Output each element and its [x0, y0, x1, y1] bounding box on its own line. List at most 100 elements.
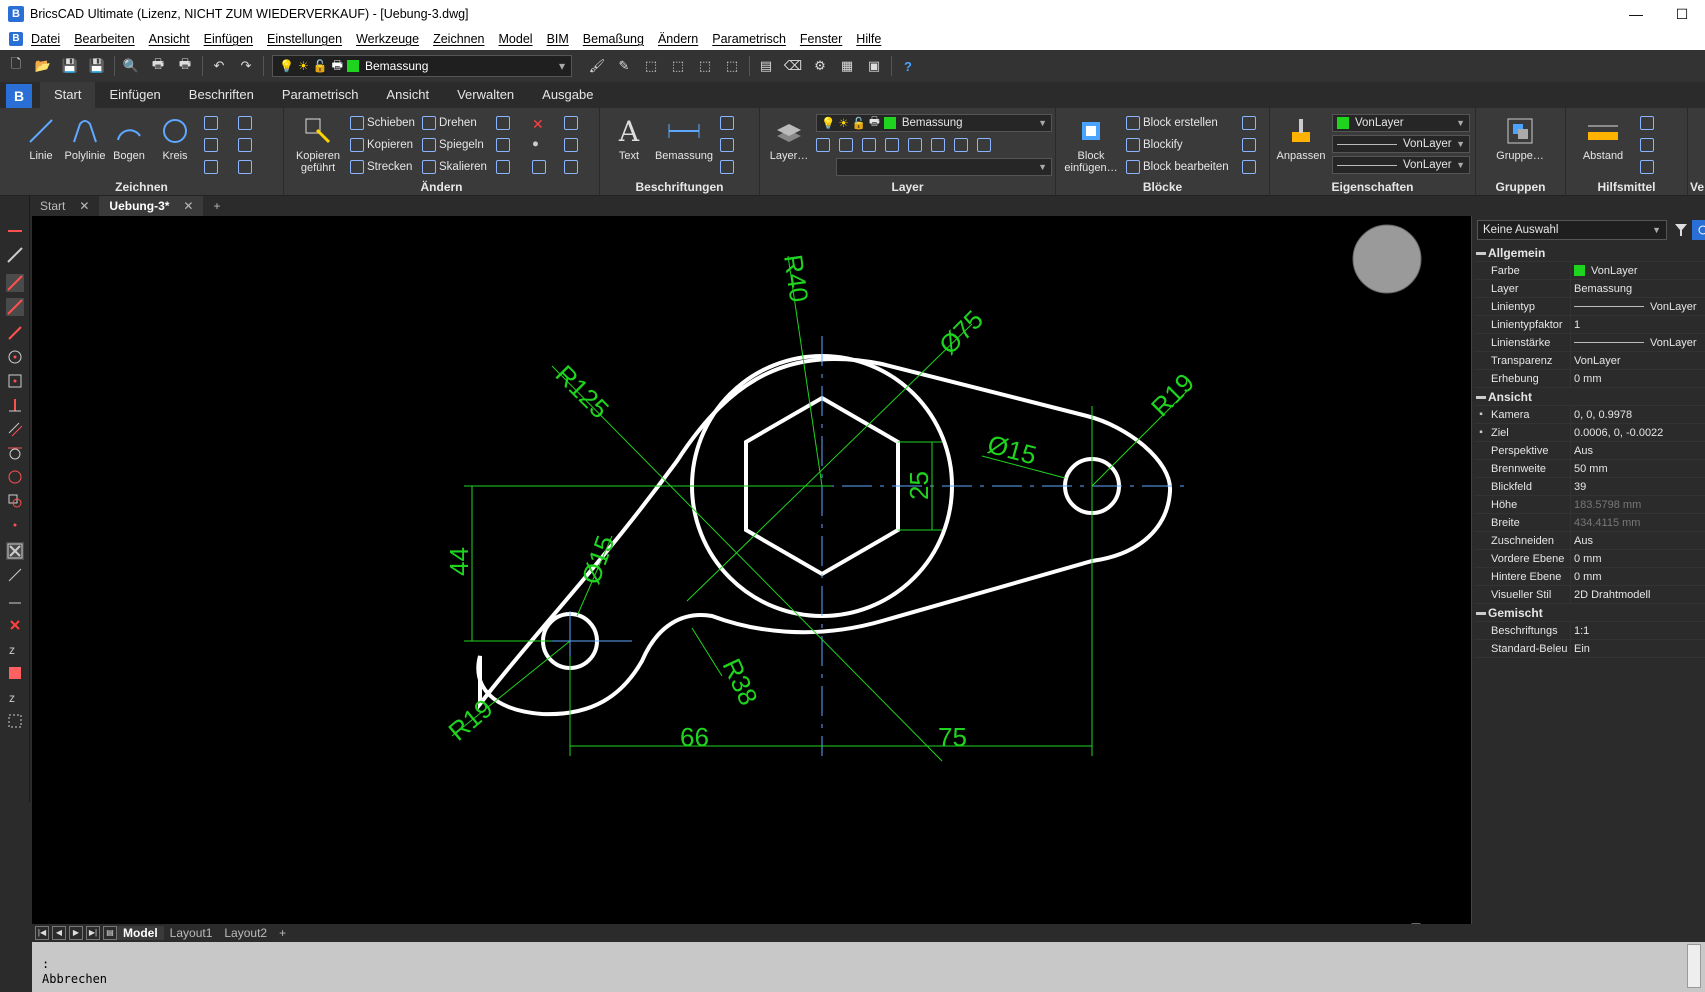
category-allgemein[interactable]: ▬ Allgemein	[1474, 244, 1705, 262]
layer-dropdown[interactable]: 💡 ☀ 🔓 🖶 Bemassung ▾	[272, 55, 572, 77]
tab-parametrisch[interactable]: Parametrisch	[268, 82, 373, 108]
menu-model[interactable]: Model	[499, 32, 533, 46]
prop-value-zuschneiden[interactable]: Aus	[1570, 531, 1705, 550]
pick-icon[interactable]: ✎	[613, 55, 635, 77]
prop-value-farbe[interactable]: VonLayer	[1570, 261, 1705, 280]
attribute-edit-tool[interactable]	[1242, 138, 1259, 152]
selection-dropdown[interactable]: Keine Auswahl ▼	[1477, 220, 1667, 240]
array-tool[interactable]	[496, 160, 513, 174]
snap-off-icon[interactable]	[6, 616, 24, 634]
menu-bemassung[interactable]: Bemaßung	[583, 32, 644, 46]
prop-value-hintere-ebene[interactable]: 0 mm	[1570, 567, 1705, 586]
bogen-button[interactable]: Bogen	[106, 114, 152, 162]
fillet-tool[interactable]	[496, 138, 513, 152]
snap-midpoint-icon[interactable]	[6, 298, 24, 316]
eraser-icon[interactable]: ⌫	[782, 55, 804, 77]
prev-tab-icon[interactable]: ◀	[52, 926, 66, 940]
app-menu-icon[interactable]: B	[9, 32, 23, 46]
tab-start[interactable]: Start	[40, 82, 96, 108]
layer-merge-icon[interactable]	[954, 138, 968, 152]
grip-icon[interactable]: ⬚	[667, 55, 689, 77]
prop-value-linientyp[interactable]: VonLayer	[1570, 297, 1705, 316]
layer-freeze-icon[interactable]	[862, 138, 876, 152]
command-line[interactable]: : Abbrechen	[32, 942, 1705, 992]
close-icon[interactable]: ✕	[79, 196, 89, 216]
snap-quadrant-icon[interactable]	[6, 468, 24, 486]
navigation-wheel[interactable]	[1352, 224, 1422, 294]
snap-nearest-icon[interactable]	[6, 516, 24, 534]
category-ansicht[interactable]: ▬ Ansicht	[1474, 388, 1705, 406]
dimension-linear-icon[interactable]	[6, 222, 24, 240]
block-bearbeiten-button[interactable]: Block bearbeiten	[1126, 160, 1229, 174]
text-button[interactable]: A Text	[606, 114, 652, 163]
prop-value-visueller-stil[interactable]: 2D Drahtmodell	[1570, 585, 1705, 604]
filter-icon[interactable]: ⬚	[721, 55, 743, 77]
menu-fenster[interactable]: Fenster	[800, 32, 842, 46]
snap-endpoint-icon[interactable]	[6, 274, 24, 292]
edit-tool[interactable]	[564, 116, 581, 130]
explode-tool[interactable]: ●	[532, 138, 539, 150]
menu-hilfe[interactable]: Hilfe	[856, 32, 881, 46]
prop-value-linientypfaktor[interactable]: 1	[1570, 315, 1705, 334]
z-snap-red-icon[interactable]	[6, 664, 24, 682]
layer-off-icon[interactable]	[839, 138, 853, 152]
join-tool[interactable]	[532, 160, 549, 174]
prop-value-beschriftungsmassstab[interactable]: 1:1	[1570, 621, 1705, 640]
kopieren-gefuehrt-button[interactable]: Kopieren geführt	[290, 114, 346, 174]
bemassung-button[interactable]: Bemassung	[654, 114, 714, 162]
layout-tab-layout1[interactable]: Layout1	[164, 926, 219, 940]
quick-select-tool[interactable]	[1640, 138, 1657, 152]
save-as-icon[interactable]: 💾	[86, 55, 108, 77]
prop-value-layer[interactable]: Bemassung	[1570, 279, 1705, 298]
doc-tab-start[interactable]: Start ✕	[30, 196, 99, 216]
snap-extension-icon[interactable]	[6, 566, 24, 584]
prop-value-vordere-ebene[interactable]: 0 mm	[1570, 549, 1705, 568]
menu-werkzeuge[interactable]: Werkzeuge	[356, 32, 419, 46]
snap-apparent-icon[interactable]	[6, 590, 24, 608]
offset-tool[interactable]	[496, 116, 513, 130]
select-window-icon[interactable]	[6, 712, 24, 730]
expand-icon[interactable]: ▪	[1474, 427, 1488, 438]
expand-icon[interactable]: ▪	[1474, 409, 1488, 420]
menu-einstellungen[interactable]: Einstellungen	[267, 32, 342, 46]
prop-value-kamera[interactable]: 0, 0, 0.9978	[1570, 405, 1705, 424]
screen-icon[interactable]: ▣	[863, 55, 885, 77]
cloud-tool[interactable]	[204, 160, 221, 174]
leader-tool[interactable]	[720, 116, 737, 130]
attribute-tool[interactable]	[1242, 116, 1259, 130]
menu-aendern[interactable]: Ändern	[658, 32, 698, 46]
next-tab-icon[interactable]: ▶	[69, 926, 83, 940]
minimize-button[interactable]: —	[1613, 0, 1659, 28]
tab-list-icon[interactable]: ▤	[103, 926, 117, 940]
schieben-button[interactable]: Schieben	[350, 116, 415, 130]
snap-parallel-icon[interactable]	[6, 420, 24, 438]
layer-lock-icon[interactable]	[885, 138, 899, 152]
menu-zeichnen[interactable]: Zeichnen	[433, 32, 484, 46]
block-einfuegen-button[interactable]: Block einfügen…	[1062, 114, 1120, 174]
command-scrollbar[interactable]	[1687, 944, 1701, 988]
prop-value-linienstaerke[interactable]: VonLayer	[1570, 333, 1705, 352]
gruppe-button[interactable]: Gruppe…	[1480, 114, 1560, 162]
point-tool[interactable]	[238, 116, 255, 130]
layout-tab-model[interactable]: Model	[117, 926, 164, 940]
drawing-canvas[interactable]: R40 Ø75 R125 R19 Ø15 25 44 Ø15 R19 R38 6…	[32, 216, 1472, 933]
snap-intersection-icon[interactable]	[6, 324, 24, 342]
linetype-dropdown[interactable]: VonLayer ▼	[1332, 135, 1470, 153]
kreis-button[interactable]: Kreis	[152, 114, 198, 162]
open-file-icon[interactable]: 📂	[32, 55, 54, 77]
polygon-tool[interactable]	[204, 138, 221, 152]
region-tool[interactable]	[238, 160, 255, 174]
tab-beschriften[interactable]: Beschriften	[175, 82, 268, 108]
undo-icon[interactable]: ↶	[208, 55, 230, 77]
align-tool[interactable]	[564, 160, 581, 174]
snap-center-icon[interactable]	[6, 348, 24, 366]
break-tool[interactable]	[564, 138, 581, 152]
drawing-explorer-icon[interactable]: ▤	[755, 55, 777, 77]
prop-value-standard-beleuchtung[interactable]: Ein	[1570, 639, 1705, 658]
quick-select-icon[interactable]	[1692, 220, 1705, 240]
layer-manager-button[interactable]: Layer…	[766, 114, 812, 162]
mtext-tool[interactable]	[720, 138, 737, 152]
nav-wheel-disc[interactable]	[1352, 224, 1422, 294]
menu-bearbeiten[interactable]: Bearbeiten	[74, 32, 134, 46]
snap-node-icon[interactable]	[6, 372, 24, 390]
